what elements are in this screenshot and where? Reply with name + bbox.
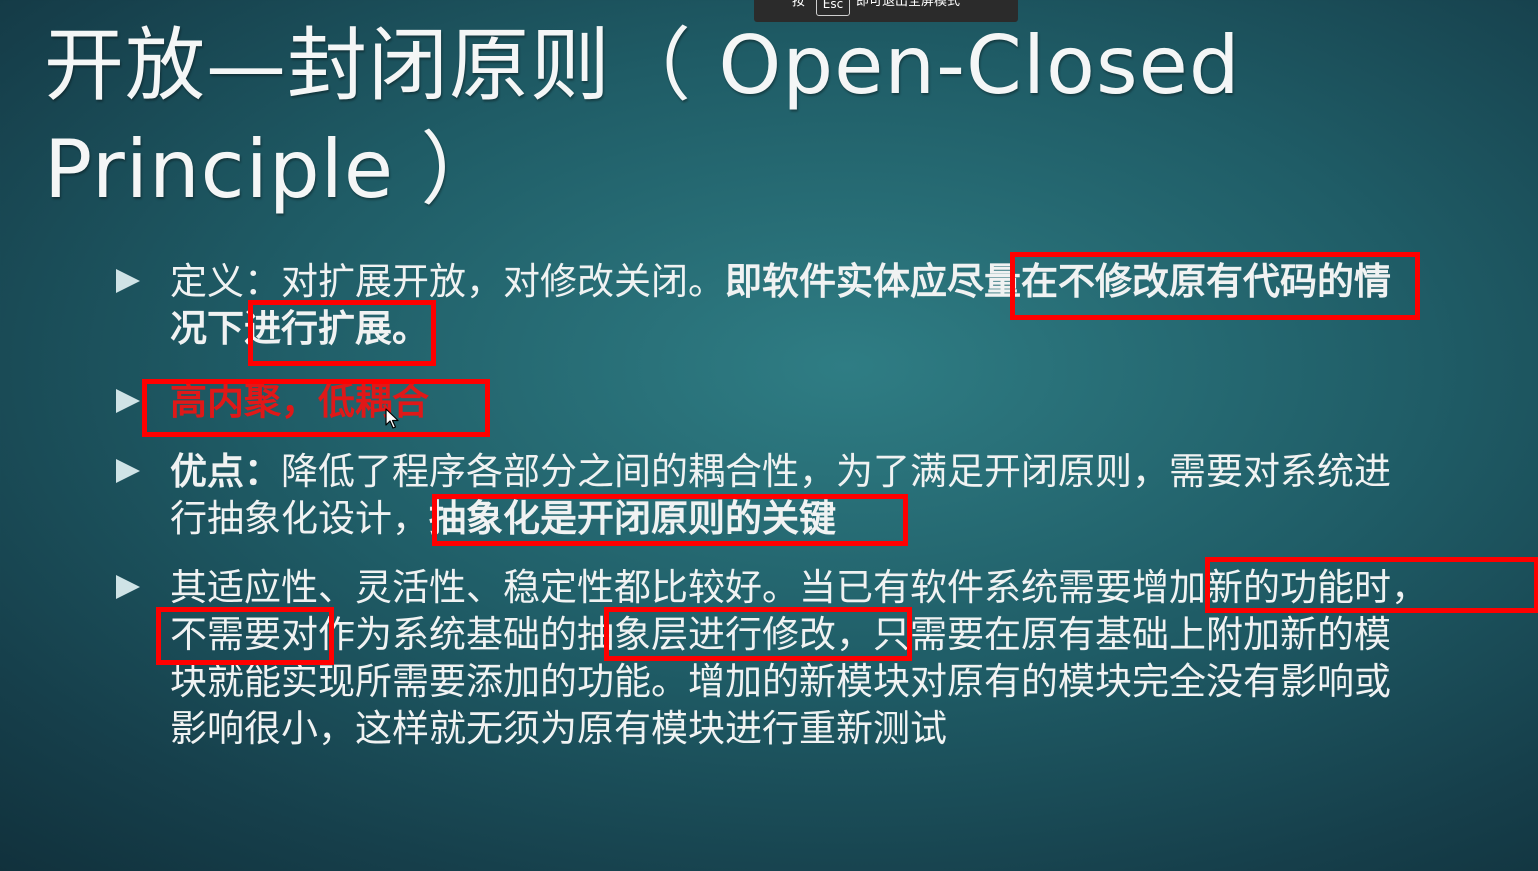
advantages-key-text: 抽象化是开闭原则的关键	[429, 496, 836, 540]
triangle-bullet-icon	[116, 389, 140, 413]
definition-plain-text: 定义：对扩展开放，对修改关闭。	[170, 260, 725, 303]
bullet-advantages: 优点：降低了程序各部分之间的耦合性，为了满足开闭原则，需要对系统进 行抽象化设计…	[114, 448, 1391, 542]
hint-press-text: 按	[792, 0, 806, 9]
adaptability-line3: 块就能实现所需要添加的功能。增加的新模块对原有的模块完全没有影响或	[170, 660, 1391, 703]
hint-exit-text: 即可退出全屏模式	[856, 0, 961, 9]
definition-bold-text-line2: 况下进行扩展。	[170, 306, 429, 350]
slide-title: 开放—封闭原则（ Open-Closed Principle ）	[44, 14, 1344, 222]
triangle-bullet-icon	[116, 459, 140, 483]
bullet-definition: 定义：对扩展开放，对修改关闭。即软件实体应尽量在不修改原有代码的情 况下进行扩展…	[114, 258, 1391, 352]
advantages-text: 降低了程序各部分之间的耦合性，为了满足开闭原则，需要对系统进	[281, 450, 1391, 493]
advantages-text-line2: 行抽象化设计，	[170, 497, 429, 540]
slide-title-line2: Principle ）	[44, 123, 502, 216]
bullet-cohesion: 高内聚，低耦合	[114, 378, 429, 425]
advantages-label: 优点：	[170, 449, 281, 493]
definition-bold-text: 即软件实体应尽量在不修改原有代码的情	[725, 259, 1391, 303]
triangle-bullet-icon	[116, 269, 140, 293]
adaptability-line2: 不需要对作为系统基础的抽象层进行修改，只需要在原有基础上附加新的模	[170, 613, 1391, 656]
bullet-adaptability: 其适应性、灵活性、稳定性都比较好。当已有软件系统需要增加新的功能时， 不需要对作…	[114, 564, 1428, 752]
mouse-pointer-icon	[385, 408, 399, 429]
adaptability-line4: 影响很小，这样就无须为原有模块进行重新测试	[170, 707, 947, 750]
adaptability-line1: 其适应性、灵活性、稳定性都比较好。当已有软件系统需要增加新的功能时，	[170, 566, 1428, 609]
triangle-bullet-icon	[116, 575, 140, 599]
slide-title-line1: 开放—封闭原则（ Open-Closed	[44, 19, 1241, 112]
